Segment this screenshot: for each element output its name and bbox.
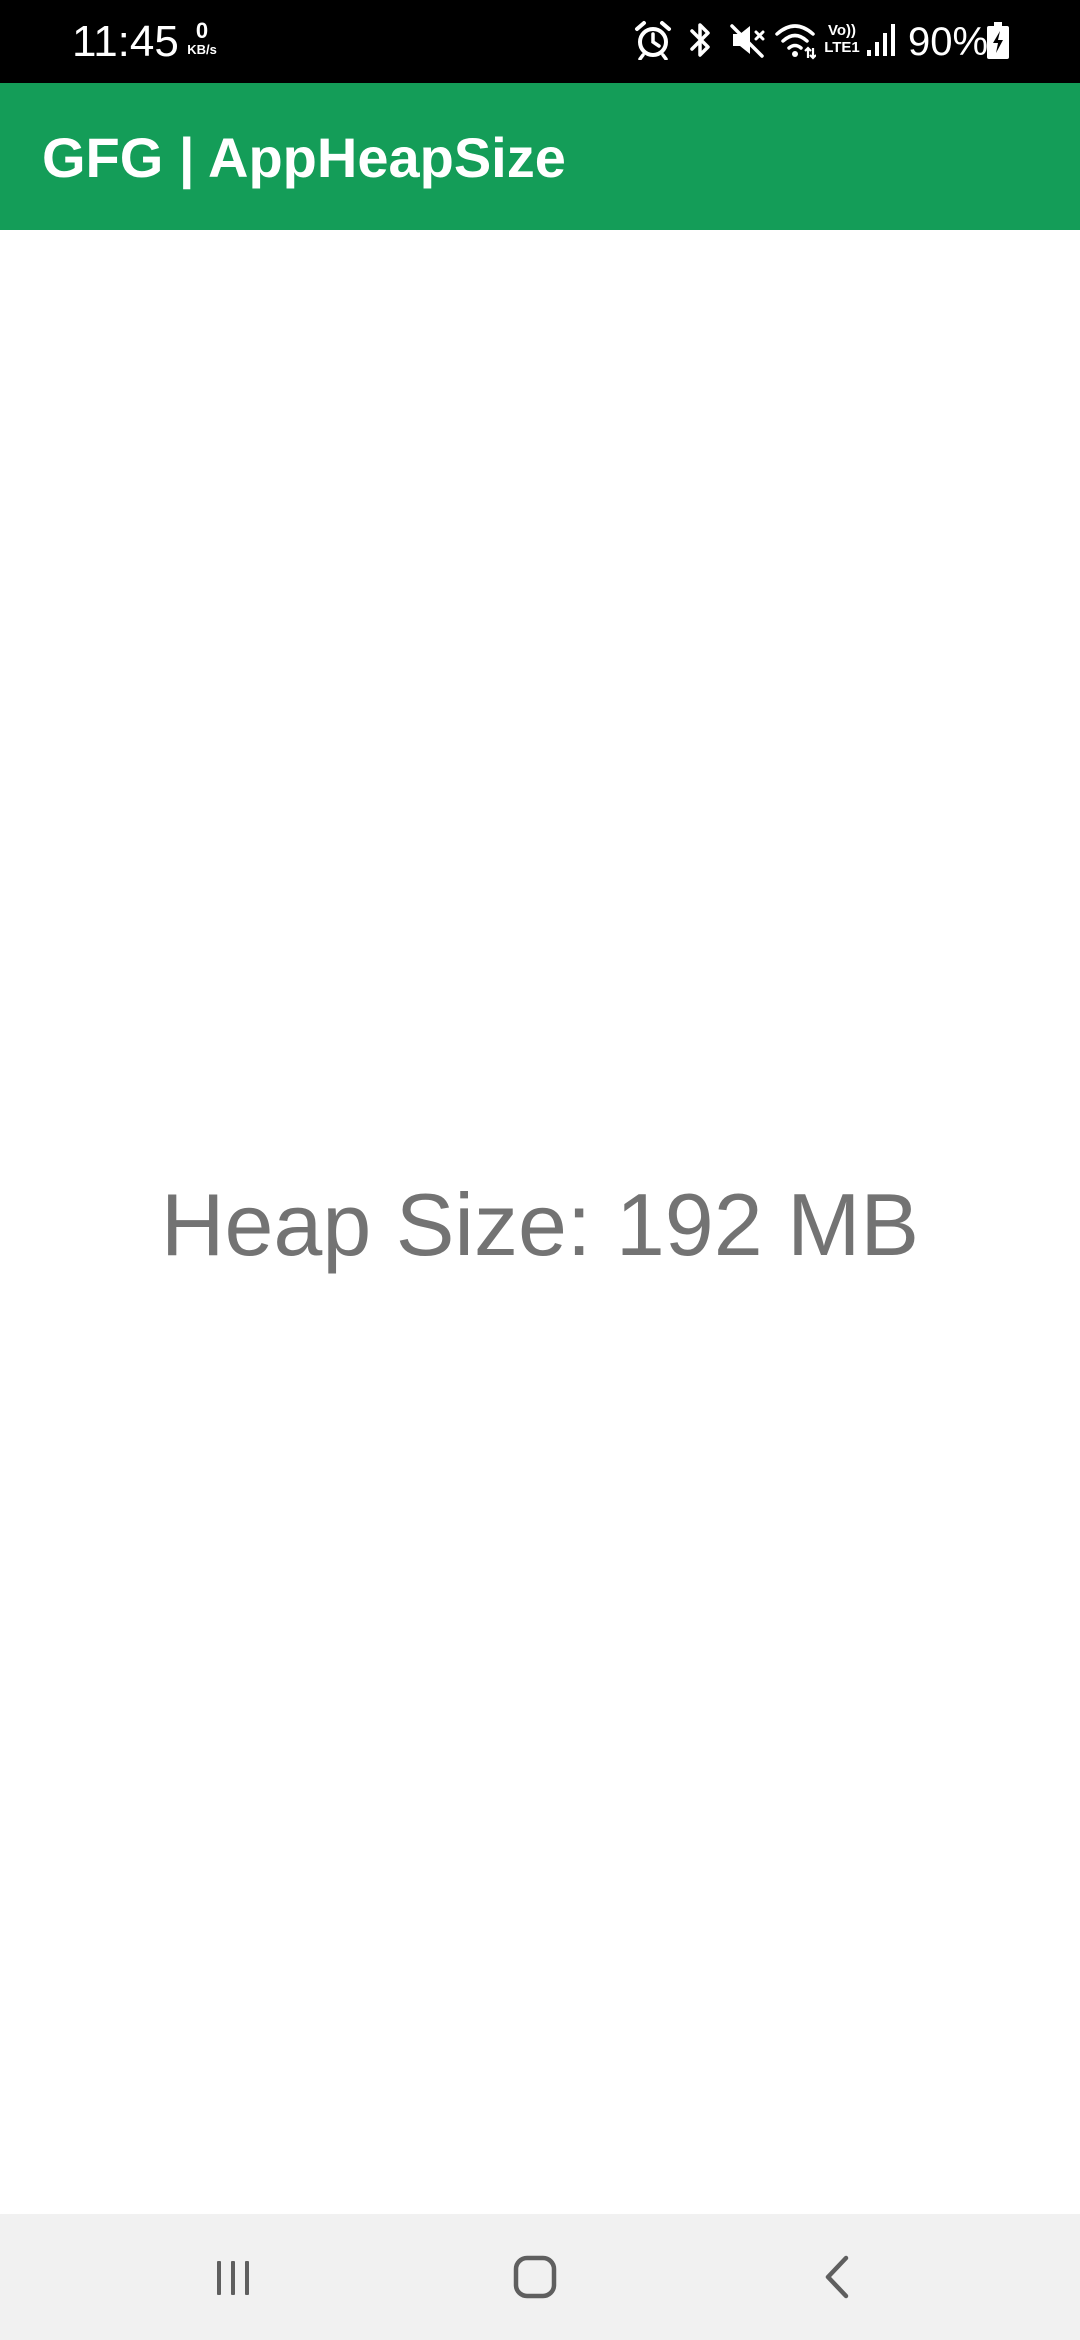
recent-apps-icon	[217, 2261, 249, 2295]
app-bar: GFG | AppHeapSize	[0, 83, 1080, 230]
navigation-bar	[0, 2214, 1080, 2340]
wifi-icon	[774, 20, 817, 65]
network-speed: 0 KB/s	[182, 20, 222, 58]
home-button[interactable]	[480, 2232, 590, 2322]
status-time: 11:45	[72, 17, 179, 66]
status-bar: 11:45 0 KB/s Vo)) LTE1 90%	[0, 0, 1080, 83]
network-speed-unit: KB/s	[187, 42, 217, 57]
home-icon	[513, 2255, 557, 2299]
alarm-icon	[634, 20, 672, 65]
signal-icon	[866, 20, 898, 65]
mute-icon	[728, 20, 766, 65]
recent-apps-button[interactable]	[178, 2232, 288, 2322]
battery-charging-icon	[986, 22, 1010, 65]
battery-percent: 90%	[908, 20, 989, 64]
app-title: GFG | AppHeapSize	[42, 126, 566, 189]
heap-size-text: Heap Size: 192 MB	[160, 1175, 920, 1274]
back-button[interactable]	[782, 2232, 892, 2322]
back-icon	[825, 2255, 849, 2299]
volte-icon: Vo)) LTE1	[824, 22, 860, 56]
network-speed-value: 0	[195, 18, 209, 43]
bluetooth-icon	[684, 20, 716, 65]
